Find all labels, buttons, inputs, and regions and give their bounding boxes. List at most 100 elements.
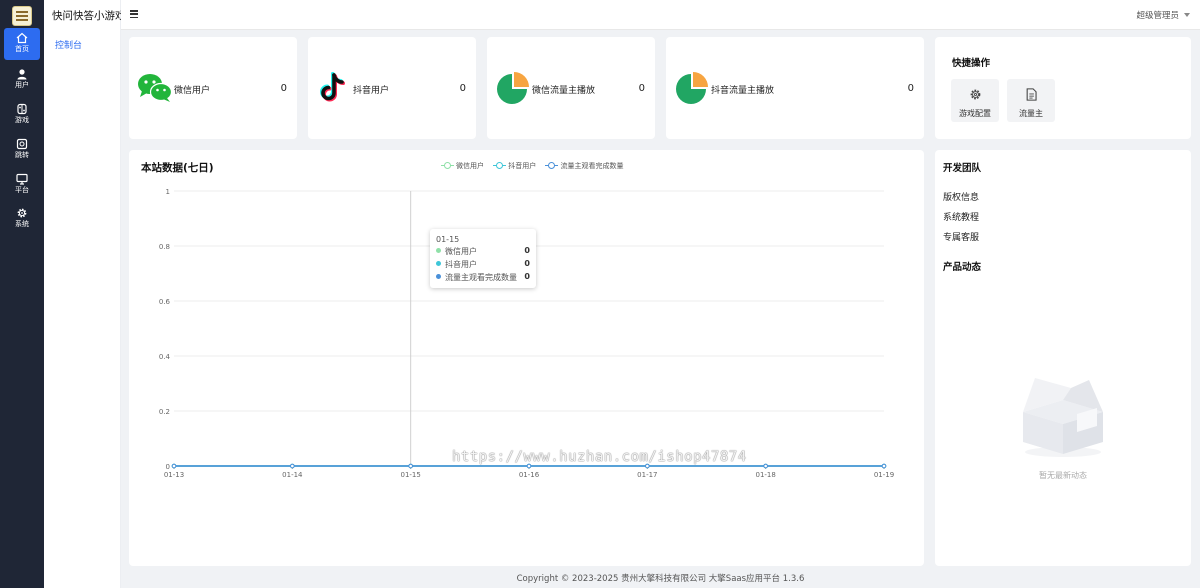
gear-icon <box>17 208 27 218</box>
stat-value: 0 <box>907 83 914 94</box>
tooltip-title: 01-15 <box>436 235 460 244</box>
copyright-link[interactable]: 版权信息 <box>943 190 979 203</box>
dev-team-card: 开发团队 版权信息 系统教程 专属客服 产品动态 暂无最新动态 <box>935 150 1191 566</box>
top-bar: 超级管理员 <box>121 0 1200 30</box>
series-point <box>881 463 887 469</box>
chart-title: 本站数据(七日) <box>141 162 214 174</box>
tooltip-series-value: 0 <box>524 259 530 268</box>
rail-item-label: 首页 <box>15 45 29 53</box>
support-link[interactable]: 专属客服 <box>943 230 979 243</box>
app-logo-icon[interactable] <box>12 6 32 26</box>
series-dot-icon <box>436 248 441 253</box>
site-data-chart-card: 本站数据(七日) 微信用户 抖音用户 流量主观看完成数量 0 0.2 0.4 0.6 0… <box>129 150 924 566</box>
rail-item-platform[interactable]: 平台 <box>4 169 40 201</box>
y-tick-label: 0 <box>166 463 170 471</box>
y-tick-label: 0.8 <box>159 243 170 251</box>
gear-icon <box>970 89 980 100</box>
rail-item-label: 游戏 <box>15 116 29 124</box>
stat-value: 0 <box>459 83 466 94</box>
product-news-title: 产品动态 <box>943 262 982 273</box>
x-tick-label: 01-18 <box>755 471 775 479</box>
stat-card-douyin-ad-plays: 抖音流量主播放 0 <box>666 37 924 139</box>
home-icon <box>16 32 28 44</box>
x-tick-label: 01-13 <box>164 471 184 479</box>
watermark-text: https://www.huzhan.com/ishop47874 <box>452 449 747 465</box>
stat-label: 微信用户 <box>174 86 211 96</box>
chart-tooltip: 01-15 微信用户 0 抖音用户 0 流量主观看完成数量 0 <box>430 229 536 288</box>
series-dot-icon <box>436 261 441 266</box>
stat-label: 抖音用户 <box>353 86 390 96</box>
y-tick-label: 0.4 <box>159 353 171 361</box>
legend-label: 流量主观看完成数量 <box>560 162 624 170</box>
x-tick-label: 01-17 <box>637 471 657 479</box>
monitor-icon <box>16 173 28 185</box>
series-point <box>408 463 413 469</box>
link-icon <box>16 138 28 150</box>
button-label: 流量主 <box>1019 109 1043 118</box>
tooltip-series-value: 0 <box>524 246 530 255</box>
y-tick-label: 0.6 <box>159 298 171 306</box>
stat-card-douyin-users: 抖音用户 0 <box>308 37 476 139</box>
quick-actions-card: 快捷操作 游戏配置 流量主 <box>935 37 1191 139</box>
tooltip-series-value: 0 <box>524 272 530 281</box>
pie-icon <box>497 72 529 104</box>
stat-value: 0 <box>638 83 645 94</box>
x-tick-label: 01-19 <box>874 471 894 479</box>
legend-item-ad-complete[interactable]: 流量主观看完成数量 <box>545 161 623 171</box>
empty-news-text: 暂无最新动态 <box>1039 471 1087 480</box>
main-rail: 首页 用户 游戏 跳转 平台 系统 <box>0 0 44 588</box>
legend-item-wechat[interactable]: 微信用户 <box>441 161 484 171</box>
subnav-item-dashboard[interactable]: 控制台 <box>55 38 82 51</box>
stat-label: 抖音流量主播放 <box>711 86 775 96</box>
chart-legend: 微信用户 抖音用户 流量主观看完成数量 <box>441 161 630 171</box>
series-point <box>290 463 295 469</box>
y-tick-label: 1 <box>166 188 170 196</box>
document-icon <box>1026 88 1037 101</box>
quick-actions-title: 快捷操作 <box>952 58 991 69</box>
x-tick-label: 01-15 <box>400 471 420 479</box>
rail-item-redirect[interactable]: 跳转 <box>4 134 40 166</box>
tooltip-series-name: 微信用户 <box>445 247 477 256</box>
legend-label: 微信用户 <box>456 162 484 170</box>
tooltip-row: 流量主观看完成数量 0 <box>436 272 530 284</box>
admin-menu[interactable]: 超级管理员 <box>1136 9 1190 21</box>
ad-owner-button[interactable]: 流量主 <box>1007 79 1055 122</box>
legend-label: 抖音用户 <box>508 162 537 170</box>
tooltip-row: 微信用户 0 <box>436 246 530 258</box>
tooltip-row: 抖音用户 0 <box>436 259 530 271</box>
series-point <box>763 463 768 469</box>
app-title: 快问快答小游戏 <box>52 10 126 22</box>
x-tick-label: 01-14 <box>282 471 303 479</box>
stat-label: 微信流量主播放 <box>532 86 596 96</box>
rail-item-system[interactable]: 系统 <box>4 203 40 235</box>
empty-box-icon <box>1023 378 1103 457</box>
dev-team-title: 开发团队 <box>943 163 982 174</box>
tooltip-series-name: 流量主观看完成数量 <box>445 273 517 282</box>
x-tick-label: 01-16 <box>519 471 540 479</box>
button-label: 游戏配置 <box>959 109 991 118</box>
series-point <box>171 463 177 469</box>
footer-copyright: Copyright © 2023-2025 贵州大擎科技有限公司 大擎Saas应… <box>516 574 805 584</box>
pie-icon <box>676 72 708 104</box>
rail-item-label: 用户 <box>15 81 29 89</box>
stat-value: 0 <box>280 83 287 94</box>
douyin-icon <box>320 71 346 102</box>
user-icon <box>17 69 27 80</box>
sub-sidebar: 快问快答小游戏 控制台 <box>44 0 126 588</box>
tooltip-series-name: 抖音用户 <box>445 260 477 269</box>
stat-card-wechat-ad-plays: 微信流量主播放 0 <box>487 37 655 139</box>
rail-item-label: 跳转 <box>15 151 29 159</box>
menu-toggle-icon[interactable] <box>130 10 138 19</box>
wechat-icon <box>138 74 173 102</box>
stat-card-wechat-users: 微信用户 0 <box>129 37 297 139</box>
series-dot-icon <box>436 274 441 279</box>
rail-item-label: 平台 <box>15 186 29 194</box>
y-tick-label: 0.2 <box>159 408 170 416</box>
tutorial-link[interactable]: 系统教程 <box>943 210 979 223</box>
game-config-button[interactable]: 游戏配置 <box>951 79 999 122</box>
rail-item-game[interactable]: 游戏 <box>4 99 40 131</box>
rail-item-user[interactable]: 用户 <box>4 64 40 96</box>
gamepad-icon <box>17 103 27 115</box>
rail-item-home[interactable]: 首页 <box>4 28 40 60</box>
legend-item-douyin[interactable]: 抖音用户 <box>493 161 536 171</box>
